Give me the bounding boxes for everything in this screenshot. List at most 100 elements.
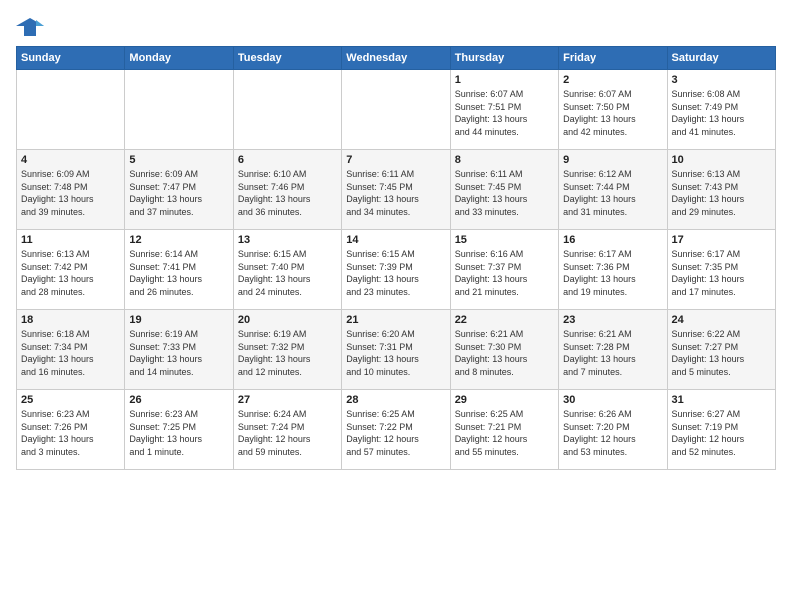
calendar-cell (342, 70, 450, 150)
day-header-wednesday: Wednesday (342, 47, 450, 70)
day-info: Sunrise: 6:24 AM Sunset: 7:24 PM Dayligh… (238, 408, 337, 458)
day-number: 19 (129, 314, 228, 326)
day-header-monday: Monday (125, 47, 233, 70)
calendar-cell: 12 Sunrise: 6:14 AM Sunset: 7:41 PM Dayli… (125, 230, 233, 310)
day-number: 20 (238, 314, 337, 326)
day-info: Sunrise: 6:19 AM Sunset: 7:33 PM Dayligh… (129, 328, 228, 378)
calendar-cell: 2 Sunrise: 6:07 AM Sunset: 7:50 PM Daylig… (559, 70, 667, 150)
calendar-cell: 30Sunrise: 6:26 AM Sunset: 7:20 PM Dayli… (559, 390, 667, 470)
day-info: Sunrise: 6:23 AM Sunset: 7:25 PM Dayligh… (129, 408, 228, 458)
calendar-cell: 28Sunrise: 6:25 AM Sunset: 7:22 PM Dayli… (342, 390, 450, 470)
calendar-cell: 15 Sunrise: 6:16 AM Sunset: 7:37 PM Dayli… (450, 230, 558, 310)
day-info: Sunrise: 6:13 AM Sunset: 7:42 PM Dayligh… (21, 248, 120, 298)
calendar-week-5: 25 Sunrise: 6:23 AM Sunset: 7:26 PM Dayli… (17, 390, 776, 470)
day-info: Sunrise: 6:07 AM Sunset: 7:50 PM Dayligh… (563, 88, 662, 138)
calendar-cell (17, 70, 125, 150)
day-header-friday: Friday (559, 47, 667, 70)
day-header-tuesday: Tuesday (233, 47, 341, 70)
day-number: 6 (238, 154, 337, 166)
calendar-cell: 23Sunrise: 6:21 AM Sunset: 7:28 PM Dayli… (559, 310, 667, 390)
logo (16, 16, 48, 38)
calendar-cell: 6 Sunrise: 6:10 AM Sunset: 7:46 PM Daylig… (233, 150, 341, 230)
calendar-cell (233, 70, 341, 150)
calendar-cell: 5Sunrise: 6:09 AM Sunset: 7:47 PM Daylig… (125, 150, 233, 230)
day-number: 27 (238, 394, 337, 406)
day-number: 11 (21, 234, 120, 246)
day-number: 24 (672, 314, 771, 326)
calendar-week-2: 4 Sunrise: 6:09 AM Sunset: 7:48 PM Daylig… (17, 150, 776, 230)
calendar-header-row: SundayMondayTuesdayWednesdayThursdayFrid… (17, 47, 776, 70)
day-number: 4 (21, 154, 120, 166)
calendar-cell: 11 Sunrise: 6:13 AM Sunset: 7:42 PM Dayli… (17, 230, 125, 310)
page-header (16, 16, 776, 38)
day-info: Sunrise: 6:16 AM Sunset: 7:37 PM Dayligh… (455, 248, 554, 298)
calendar-cell: 7Sunrise: 6:11 AM Sunset: 7:45 PM Daylig… (342, 150, 450, 230)
calendar-cell: 25 Sunrise: 6:23 AM Sunset: 7:26 PM Dayli… (17, 390, 125, 470)
calendar-table: SundayMondayTuesdayWednesdayThursdayFrid… (16, 46, 776, 470)
day-number: 8 (455, 154, 554, 166)
day-number: 2 (563, 74, 662, 86)
calendar-cell: 29 Sunrise: 6:25 AM Sunset: 7:21 PM Dayli… (450, 390, 558, 470)
day-info: Sunrise: 6:15 AM Sunset: 7:40 PM Dayligh… (238, 248, 337, 298)
day-info: Sunrise: 6:09 AM Sunset: 7:47 PM Dayligh… (129, 168, 228, 218)
day-info: Sunrise: 6:09 AM Sunset: 7:48 PM Dayligh… (21, 168, 120, 218)
calendar-cell: 20 Sunrise: 6:19 AM Sunset: 7:32 PM Dayli… (233, 310, 341, 390)
day-info: Sunrise: 6:19 AM Sunset: 7:32 PM Dayligh… (238, 328, 337, 378)
day-info: Sunrise: 6:17 AM Sunset: 7:35 PM Dayligh… (672, 248, 771, 298)
day-number: 16 (563, 234, 662, 246)
calendar-cell: 17 Sunrise: 6:17 AM Sunset: 7:35 PM Dayli… (667, 230, 775, 310)
calendar-cell: 1Sunrise: 6:07 AM Sunset: 7:51 PM Daylig… (450, 70, 558, 150)
day-info: Sunrise: 6:08 AM Sunset: 7:49 PM Dayligh… (672, 88, 771, 138)
day-number: 30 (563, 394, 662, 406)
day-info: Sunrise: 6:14 AM Sunset: 7:41 PM Dayligh… (129, 248, 228, 298)
day-info: Sunrise: 6:21 AM Sunset: 7:30 PM Dayligh… (455, 328, 554, 378)
day-info: Sunrise: 6:11 AM Sunset: 7:45 PM Dayligh… (455, 168, 554, 218)
calendar-week-1: 1Sunrise: 6:07 AM Sunset: 7:51 PM Daylig… (17, 70, 776, 150)
day-number: 15 (455, 234, 554, 246)
day-info: Sunrise: 6:20 AM Sunset: 7:31 PM Dayligh… (346, 328, 445, 378)
day-info: Sunrise: 6:18 AM Sunset: 7:34 PM Dayligh… (21, 328, 120, 378)
calendar-cell: 18 Sunrise: 6:18 AM Sunset: 7:34 PM Dayli… (17, 310, 125, 390)
day-number: 9 (563, 154, 662, 166)
day-number: 10 (672, 154, 771, 166)
calendar-cell: 9 Sunrise: 6:12 AM Sunset: 7:44 PM Daylig… (559, 150, 667, 230)
day-number: 17 (672, 234, 771, 246)
day-info: Sunrise: 6:10 AM Sunset: 7:46 PM Dayligh… (238, 168, 337, 218)
day-number: 3 (672, 74, 771, 86)
logo-icon (16, 16, 44, 38)
calendar-cell: 24 Sunrise: 6:22 AM Sunset: 7:27 PM Dayli… (667, 310, 775, 390)
calendar-week-4: 18 Sunrise: 6:18 AM Sunset: 7:34 PM Dayli… (17, 310, 776, 390)
day-number: 14 (346, 234, 445, 246)
day-info: Sunrise: 6:15 AM Sunset: 7:39 PM Dayligh… (346, 248, 445, 298)
day-number: 25 (21, 394, 120, 406)
day-header-thursday: Thursday (450, 47, 558, 70)
day-info: Sunrise: 6:25 AM Sunset: 7:21 PM Dayligh… (455, 408, 554, 458)
calendar-cell (125, 70, 233, 150)
day-number: 28 (346, 394, 445, 406)
calendar-cell: 8 Sunrise: 6:11 AM Sunset: 7:45 PM Daylig… (450, 150, 558, 230)
calendar-cell: 22 Sunrise: 6:21 AM Sunset: 7:30 PM Dayli… (450, 310, 558, 390)
calendar-cell: 3 Sunrise: 6:08 AM Sunset: 7:49 PM Daylig… (667, 70, 775, 150)
day-info: Sunrise: 6:27 AM Sunset: 7:19 PM Dayligh… (672, 408, 771, 458)
calendar-cell: 21 Sunrise: 6:20 AM Sunset: 7:31 PM Dayli… (342, 310, 450, 390)
day-info: Sunrise: 6:17 AM Sunset: 7:36 PM Dayligh… (563, 248, 662, 298)
calendar-cell: 4 Sunrise: 6:09 AM Sunset: 7:48 PM Daylig… (17, 150, 125, 230)
calendar-cell: 19 Sunrise: 6:19 AM Sunset: 7:33 PM Dayli… (125, 310, 233, 390)
day-info: Sunrise: 6:13 AM Sunset: 7:43 PM Dayligh… (672, 168, 771, 218)
calendar-cell: 14 Sunrise: 6:15 AM Sunset: 7:39 PM Dayli… (342, 230, 450, 310)
day-number: 22 (455, 314, 554, 326)
day-number: 18 (21, 314, 120, 326)
day-header-saturday: Saturday (667, 47, 775, 70)
day-info: Sunrise: 6:22 AM Sunset: 7:27 PM Dayligh… (672, 328, 771, 378)
day-info: Sunrise: 6:12 AM Sunset: 7:44 PM Dayligh… (563, 168, 662, 218)
day-number: 31 (672, 394, 771, 406)
day-number: 29 (455, 394, 554, 406)
calendar-week-3: 11 Sunrise: 6:13 AM Sunset: 7:42 PM Dayli… (17, 230, 776, 310)
day-number: 1 (455, 74, 554, 86)
calendar-cell: 10 Sunrise: 6:13 AM Sunset: 7:43 PM Dayli… (667, 150, 775, 230)
day-info: Sunrise: 6:23 AM Sunset: 7:26 PM Dayligh… (21, 408, 120, 458)
day-number: 21 (346, 314, 445, 326)
day-number: 12 (129, 234, 228, 246)
calendar-cell: 27 Sunrise: 6:24 AM Sunset: 7:24 PM Dayli… (233, 390, 341, 470)
day-header-sunday: Sunday (17, 47, 125, 70)
